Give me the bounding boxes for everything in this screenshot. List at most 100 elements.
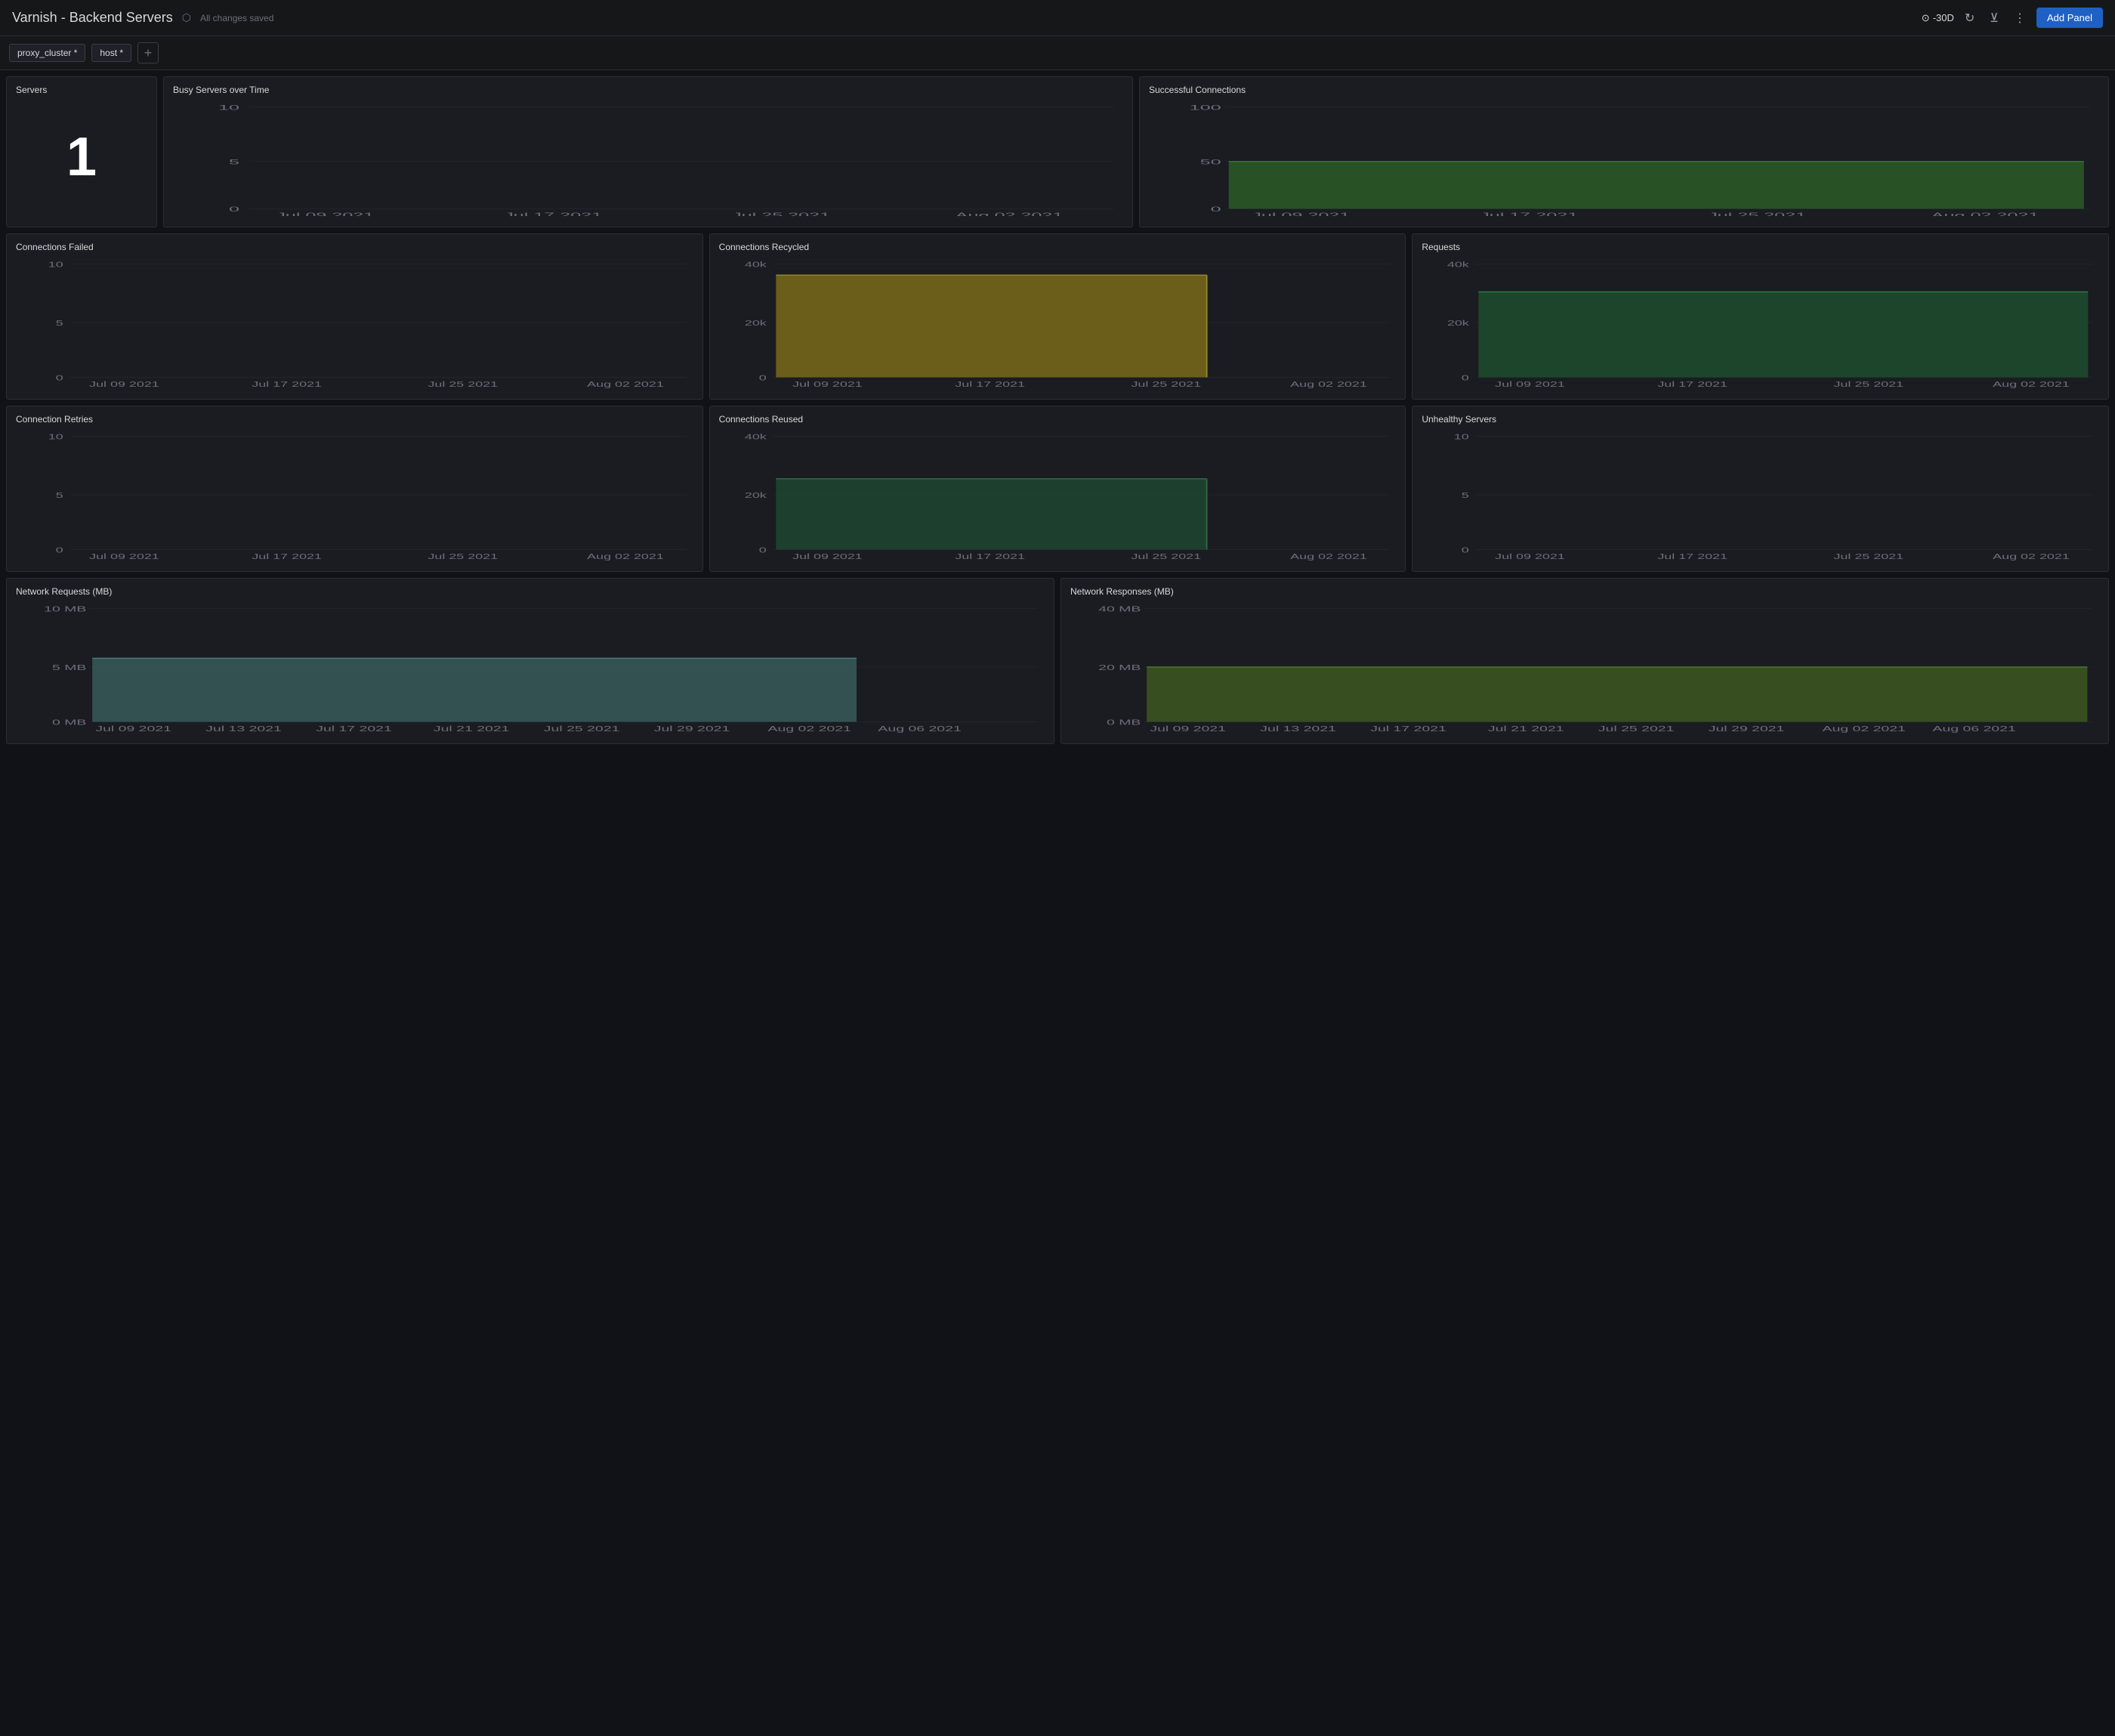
svg-text:Jul 17 2021: Jul 17 2021 bbox=[252, 381, 322, 388]
network-responses-chart: 40 MB 20 MB 0 MB Jul 09 2021 Jul 13 2021… bbox=[1070, 601, 2099, 733]
connections-recycled-chart: 40k 20k 0 Jul 09 2021 Jul 17 2021 Jul 25… bbox=[719, 257, 1397, 388]
svg-text:Aug 06 2021: Aug 06 2021 bbox=[878, 725, 961, 733]
share-icon[interactable]: ⬡ bbox=[182, 11, 191, 24]
panel-nr-title: Network Requests (MB) bbox=[16, 586, 1045, 597]
svg-text:5: 5 bbox=[56, 320, 63, 328]
panel-unhealthy-servers: Unhealthy Servers 10 5 0 Jul 09 2021 Jul… bbox=[1412, 406, 2109, 572]
row-3: Connection Retries 10 5 0 Jul 09 2021 Ju… bbox=[6, 406, 2109, 572]
svg-text:Aug 02 2021: Aug 02 2021 bbox=[1823, 725, 1906, 733]
dashboard: Servers 1 Busy Servers over Time 10 5 0 … bbox=[0, 70, 2115, 750]
more-options-button[interactable]: ⋮ bbox=[2009, 8, 2030, 29]
svg-text:40k: 40k bbox=[1447, 261, 1470, 269]
svg-text:5 MB: 5 MB bbox=[52, 664, 86, 672]
svg-text:Jul 21 2021: Jul 21 2021 bbox=[434, 725, 510, 733]
panel-busy-title: Busy Servers over Time bbox=[173, 85, 1123, 95]
svg-text:Jul 17 2021: Jul 17 2021 bbox=[1480, 212, 1578, 216]
svg-text:Aug 02 2021: Aug 02 2021 bbox=[1993, 381, 2070, 388]
svg-text:Aug 02 2021: Aug 02 2021 bbox=[1290, 381, 1367, 388]
svg-text:Jul 25 2021: Jul 25 2021 bbox=[1598, 725, 1675, 733]
panel-cf-title: Connections Failed bbox=[16, 242, 693, 252]
servers-value: 1 bbox=[16, 100, 147, 215]
filter-host[interactable]: host * bbox=[91, 44, 131, 62]
network-requests-chart: 10 MB 5 MB 0 MB Jul 09 2021 Jul 13 2021 … bbox=[16, 601, 1045, 733]
svg-text:10: 10 bbox=[48, 261, 63, 269]
svg-text:Jul 29 2021: Jul 29 2021 bbox=[654, 725, 730, 733]
header-actions: ⊙ -30D ↻ ⊻ ⋮ Add Panel bbox=[1922, 8, 2103, 29]
plus-icon: + bbox=[144, 45, 153, 61]
row-2: Connections Failed 10 5 0 Jul 09 2021 Ju… bbox=[6, 233, 2109, 400]
successful-connections-chart: 100 50 0 Jul 09 2021 Jul 17 2021 Jul 25 … bbox=[1149, 100, 2099, 216]
svg-text:Jul 25 2021: Jul 25 2021 bbox=[428, 381, 498, 388]
svg-text:Jul 09 2021: Jul 09 2021 bbox=[1495, 381, 1565, 388]
svg-text:Jul 17 2021: Jul 17 2021 bbox=[955, 381, 1025, 388]
svg-text:0: 0 bbox=[1462, 374, 1469, 382]
svg-text:Aug 02 2021: Aug 02 2021 bbox=[768, 725, 851, 733]
svg-text:Jul 17 2021: Jul 17 2021 bbox=[1658, 553, 1728, 561]
panel-cret-title: Connection Retries bbox=[16, 414, 693, 425]
svg-text:5: 5 bbox=[56, 492, 63, 500]
svg-text:5: 5 bbox=[1462, 492, 1469, 500]
svg-text:40 MB: 40 MB bbox=[1098, 605, 1141, 613]
svg-text:Jul 09 2021: Jul 09 2021 bbox=[1150, 725, 1226, 733]
panel-connections-recycled: Connections Recycled 40k 20k 0 Jul 09 20… bbox=[709, 233, 1406, 400]
panel-network-requests: Network Requests (MB) 10 MB 5 MB 0 MB Ju… bbox=[6, 578, 1054, 744]
busy-servers-chart: 10 5 0 Jul 09 2021 Jul 17 2021 Jul 25 20… bbox=[173, 100, 1123, 216]
svg-text:Jul 25 2021: Jul 25 2021 bbox=[1834, 553, 1904, 561]
connections-failed-chart: 10 5 0 Jul 09 2021 Jul 17 2021 Jul 25 20… bbox=[16, 257, 693, 388]
panel-connection-retries: Connection Retries 10 5 0 Jul 09 2021 Ju… bbox=[6, 406, 703, 572]
svg-text:0: 0 bbox=[1211, 205, 1221, 214]
svg-text:Jul 25 2021: Jul 25 2021 bbox=[428, 553, 498, 561]
svg-text:Jul 25 2021: Jul 25 2021 bbox=[544, 725, 620, 733]
refresh-button[interactable]: ↻ bbox=[1960, 8, 1979, 29]
panel-connections-failed: Connections Failed 10 5 0 Jul 09 2021 Ju… bbox=[6, 233, 703, 400]
panel-cr-title: Connections Recycled bbox=[719, 242, 1397, 252]
toolbar: proxy_cluster * host * + bbox=[0, 36, 2115, 70]
svg-text:0 MB: 0 MB bbox=[1107, 718, 1141, 727]
svg-text:Jul 29 2021: Jul 29 2021 bbox=[1709, 725, 1785, 733]
svg-text:Jul 17 2021: Jul 17 2021 bbox=[1370, 725, 1447, 733]
svg-text:Aug 02 2021: Aug 02 2021 bbox=[587, 553, 664, 561]
svg-text:40k: 40k bbox=[745, 433, 767, 441]
svg-text:Jul 25 2021: Jul 25 2021 bbox=[732, 212, 830, 216]
panel-requests: Requests 40k 20k 0 Jul 09 2021 Jul 17 20… bbox=[1412, 233, 2109, 400]
add-filter-button[interactable]: + bbox=[137, 42, 159, 63]
row-1: Servers 1 Busy Servers over Time 10 5 0 … bbox=[6, 76, 2109, 227]
header: Varnish - Backend Servers ⬡ All changes … bbox=[0, 0, 2115, 36]
svg-text:Jul 09 2021: Jul 09 2021 bbox=[792, 553, 863, 561]
svg-text:10: 10 bbox=[218, 103, 239, 112]
svg-text:Jul 09 2021: Jul 09 2021 bbox=[89, 381, 159, 388]
filter-button[interactable]: ⊻ bbox=[1985, 8, 2003, 29]
svg-text:10: 10 bbox=[1454, 433, 1469, 441]
svg-text:Jul 17 2021: Jul 17 2021 bbox=[1658, 381, 1728, 388]
svg-text:40k: 40k bbox=[745, 261, 767, 269]
saved-status: All changes saved bbox=[200, 13, 1913, 23]
panel-req-title: Requests bbox=[1422, 242, 2099, 252]
filter-proxy-cluster[interactable]: proxy_cluster * bbox=[9, 44, 85, 62]
panel-sc-title: Successful Connections bbox=[1149, 85, 2099, 95]
svg-text:Aug 02 2021: Aug 02 2021 bbox=[956, 212, 1064, 216]
unhealthy-servers-chart: 10 5 0 Jul 09 2021 Jul 17 2021 Jul 25 20… bbox=[1422, 429, 2099, 561]
time-range[interactable]: ⊙ -30D bbox=[1922, 12, 1954, 24]
panel-busy-servers: Busy Servers over Time 10 5 0 Jul 09 202… bbox=[163, 76, 1133, 227]
svg-text:Jul 25 2021: Jul 25 2021 bbox=[1131, 553, 1201, 561]
row-4: Network Requests (MB) 10 MB 5 MB 0 MB Ju… bbox=[6, 578, 2109, 744]
svg-text:Jul 09 2021: Jul 09 2021 bbox=[276, 212, 374, 216]
svg-text:Jul 25 2021: Jul 25 2021 bbox=[1708, 212, 1806, 216]
svg-text:0: 0 bbox=[229, 205, 239, 214]
svg-text:Jul 09 2021: Jul 09 2021 bbox=[95, 725, 171, 733]
svg-text:Aug 02 2021: Aug 02 2021 bbox=[1931, 212, 2039, 216]
panel-successful-connections: Successful Connections 100 50 0 Jul 09 2… bbox=[1139, 76, 2109, 227]
connections-reused-chart: 40k 20k 0 Jul 09 2021 Jul 17 2021 Jul 25… bbox=[719, 429, 1397, 561]
page-title: Varnish - Backend Servers bbox=[12, 10, 173, 26]
svg-text:Jul 09 2021: Jul 09 2021 bbox=[89, 553, 159, 561]
svg-text:10 MB: 10 MB bbox=[44, 605, 86, 613]
svg-text:0: 0 bbox=[56, 546, 63, 554]
svg-text:Aug 02 2021: Aug 02 2021 bbox=[1290, 553, 1367, 561]
panel-connections-reused: Connections Reused 40k 20k 0 Jul 09 2021… bbox=[709, 406, 1406, 572]
svg-text:Aug 02 2021: Aug 02 2021 bbox=[587, 381, 664, 388]
svg-text:Jul 13 2021: Jul 13 2021 bbox=[1260, 725, 1336, 733]
svg-text:Jul 17 2021: Jul 17 2021 bbox=[504, 212, 602, 216]
svg-text:Jul 17 2021: Jul 17 2021 bbox=[252, 553, 322, 561]
add-panel-button[interactable]: Add Panel bbox=[2036, 8, 2103, 28]
clock-icon: ⊙ bbox=[1922, 12, 1930, 24]
